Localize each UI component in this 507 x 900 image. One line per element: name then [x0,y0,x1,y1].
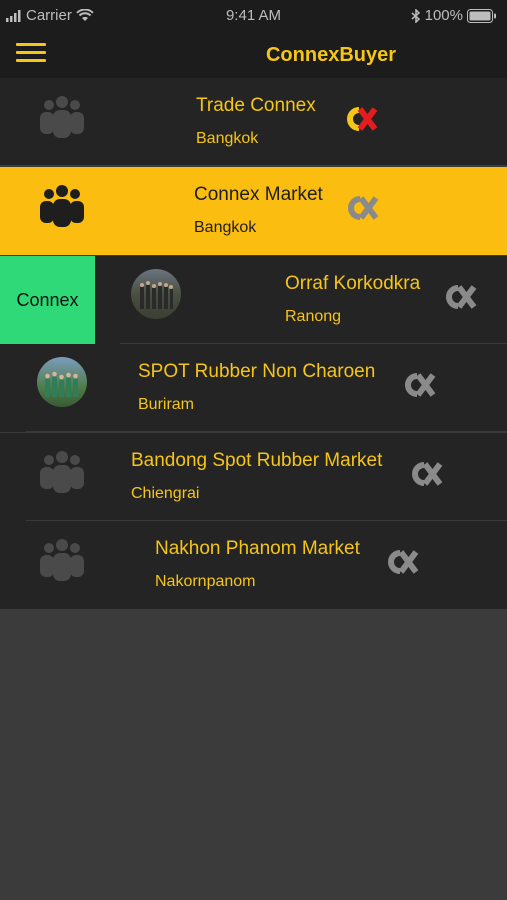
market-location: Bangkok [194,219,257,236]
connex-logo-icon [388,550,419,574]
connex-logo-icon [446,285,477,309]
market-name: Nakhon Phanom Market [155,538,360,559]
market-location: Bangkok [196,130,259,147]
list-item-trade-connex[interactable]: Trade Connex Bangkok [0,78,507,166]
list-item-spot-rubber-non-charoen[interactable]: SPOT Rubber Non Charoen Buriram [0,344,507,432]
empty-list-area [0,610,507,900]
market-name: Trade Connex [196,95,316,116]
page-title: ConnexBuyer [265,44,397,66]
market-name: Bandong Spot Rubber Market [131,450,383,471]
market-photo [131,269,181,319]
connex-logo-icon [412,462,443,486]
status-bar: Carrier 9:41 AM 100% [0,0,507,32]
menu-icon[interactable] [16,43,46,65]
market-location: Chiengrai [131,485,200,502]
list-item-connex-market[interactable]: Connex Market Bangkok [0,167,507,255]
connex-logo-icon [348,196,379,220]
battery-percent: 100% [424,7,463,24]
market-location: Nakornpanom [155,573,256,590]
list-item-bandong-spot-rubber-market[interactable]: Bandong Spot Rubber Market Chiengrai [0,433,507,521]
group-placeholder-icon [40,451,84,493]
market-name: SPOT Rubber Non Charoen [138,361,376,382]
group-placeholder-icon [40,539,84,581]
group-placeholder-icon [40,96,84,138]
connex-logo-icon [405,373,436,397]
status-right: 100% [411,7,497,24]
connex-logo-icon [347,107,378,131]
nav-bar: ConnexBuyer [0,32,507,78]
bluetooth-icon [411,8,420,23]
list-item-nakhon-phanom-market[interactable]: Nakhon Phanom Market Nakornpanom [0,521,507,609]
market-name: Orraf Korkodkra [285,273,421,294]
list-item-orraf-korkodkra[interactable]: Connex Orraf Korkodkra Ranong [0,256,507,344]
row-divider [26,431,507,432]
market-name: Connex Market [194,184,323,205]
battery-icon [467,8,496,23]
market-photo [37,357,87,407]
connex-swipe-button[interactable]: Connex [0,256,95,344]
row-divider [0,165,507,166]
market-location: Buriram [138,396,195,413]
group-placeholder-icon [40,185,84,227]
market-location: Ranong [285,308,342,325]
